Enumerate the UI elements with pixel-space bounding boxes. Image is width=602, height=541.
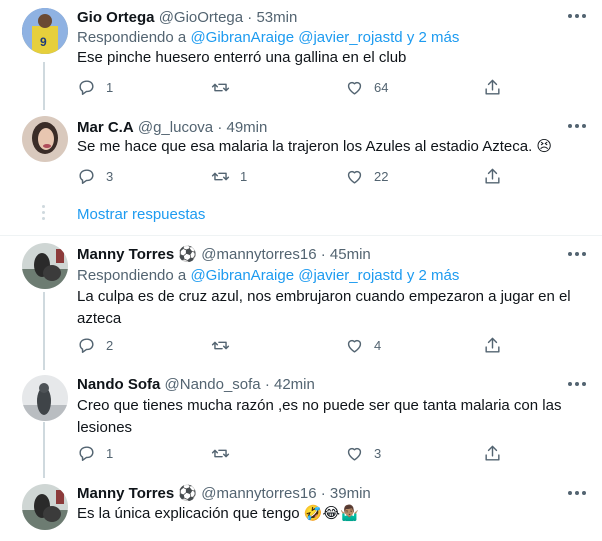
replying-to: Respondiendo a @GibranAraige @javier_roj… [77,29,459,47]
like-icon [347,339,362,353]
svg-text:9: 9 [40,35,47,49]
tweet-actions: 1 64 [77,77,517,97]
share-icon [485,168,500,184]
user-handle[interactable]: @mannytorres16 [201,246,316,263]
share-icon [485,79,500,95]
separator: · [320,246,326,263]
reply-count: 2 [106,337,114,353]
user-handle[interactable]: @g_lucova [138,119,213,136]
separator: · [217,119,223,136]
replying-prefix: Respondiendo a [77,29,187,46]
replying-links[interactable]: @GibranAraige @javier_rojastd y 2 más [190,29,459,46]
reply-icon [79,337,94,353]
more-icon[interactable] [568,248,588,258]
like-count: 3 [374,445,382,461]
retweet-count: 1 [240,168,248,184]
display-name[interactable]: Mar C.A [77,119,134,136]
display-name[interactable]: Manny Torres ⚽ [77,485,197,502]
user-handle[interactable]: @Nando_sofa [165,376,261,393]
timestamp[interactable]: 45min [330,246,371,263]
tweet-actions: 3 1 22 [77,166,517,186]
display-name[interactable]: Manny Torres ⚽ [77,246,197,263]
display-name[interactable]: Nando Sofa [77,376,160,393]
replying-prefix: Respondiendo a [77,267,187,284]
more-icon[interactable] [568,10,588,20]
share-button[interactable] [483,443,502,463]
share-button[interactable] [483,335,502,355]
reply-button[interactable]: 1 [77,77,113,97]
tweet-actions: 2 4 [77,335,517,355]
share-icon [485,445,500,461]
reply-icon [79,79,94,95]
more-icon[interactable] [568,378,588,388]
retweet-icon [211,341,230,349]
separator: · [320,485,326,502]
timestamp[interactable]: 39min [330,485,371,502]
more-icon[interactable] [568,487,588,497]
retweet-icon [211,449,230,457]
user-handle[interactable]: @GioOrtega [159,9,243,26]
tweet-text: Ese pinche huesero enterró una gallina e… [77,49,407,66]
reply-count: 1 [106,79,114,95]
like-icon [347,81,362,95]
avatar[interactable] [22,116,68,162]
display-name[interactable]: Gio Ortega [77,9,155,26]
retweet-button[interactable] [211,335,240,355]
reply-button[interactable]: 1 [77,443,113,463]
like-button[interactable]: 64 [345,77,388,97]
reply-button[interactable]: 2 [77,335,113,355]
timestamp[interactable]: 42min [274,376,315,393]
tweet-text: La culpa es de cruz azul, nos embrujaron… [77,288,571,327]
like-count: 64 [374,79,389,95]
tweet-text: Creo que tienes mucha razón ,es no puede… [77,397,562,436]
share-button[interactable] [483,77,502,97]
user-handle[interactable]: @mannytorres16 [201,485,316,502]
tweet[interactable]: Mar C.A @g_lucova · 49min Se me hace que… [0,110,602,235]
replying-to: Respondiendo a @GibranAraige @javier_roj… [77,267,459,285]
reply-icon [79,445,94,461]
show-replies-link[interactable]: Mostrar respuestas [77,206,205,223]
retweet-icon [211,83,230,91]
share-button[interactable] [483,166,502,186]
like-button[interactable]: 22 [345,166,388,186]
reply-button[interactable]: 3 [77,166,113,186]
like-count: 22 [374,168,389,184]
retweet-button[interactable] [211,77,240,97]
tweet[interactable]: Manny Torres ⚽ @mannytorres16 · 39min Es… [0,478,602,541]
retweet-button[interactable]: 1 [211,166,247,186]
like-icon [347,170,362,184]
like-button[interactable]: 4 [345,335,381,355]
like-icon [347,447,362,461]
share-icon [485,337,500,353]
tweet[interactable]: Nando Sofa @Nando_sofa · 42min Creo que … [0,366,602,478]
avatar[interactable] [22,243,68,289]
timestamp[interactable]: 53min [256,9,297,26]
like-button[interactable]: 3 [345,443,381,463]
tweet[interactable]: Manny Torres ⚽ @mannytorres16 · 45min Re… [0,236,602,366]
separator: · [247,9,253,26]
tweet-actions: 1 3 [77,443,517,463]
reply-icon [79,168,94,184]
tweet-text: Se me hace que esa malaria la trajeron l… [77,138,553,155]
reply-count: 1 [106,445,114,461]
timestamp[interactable]: 49min [226,119,267,136]
tweet-text: Es la única explicación que tengo 🤣😂🤷🏽‍♂… [77,505,359,522]
reply-count: 3 [106,168,114,184]
replying-links[interactable]: @GibranAraige @javier_rojastd y 2 más [190,267,459,284]
avatar[interactable]: 9 [22,8,68,54]
more-icon[interactable] [568,120,588,130]
avatar[interactable] [22,375,68,421]
retweet-icon [211,172,230,180]
like-count: 4 [374,337,382,353]
tweet[interactable]: 9 Gio Ortega @GioOrtega · 53min Respondi… [0,0,602,110]
avatar[interactable] [22,484,68,530]
retweet-button[interactable] [211,443,240,463]
separator: · [264,376,270,393]
